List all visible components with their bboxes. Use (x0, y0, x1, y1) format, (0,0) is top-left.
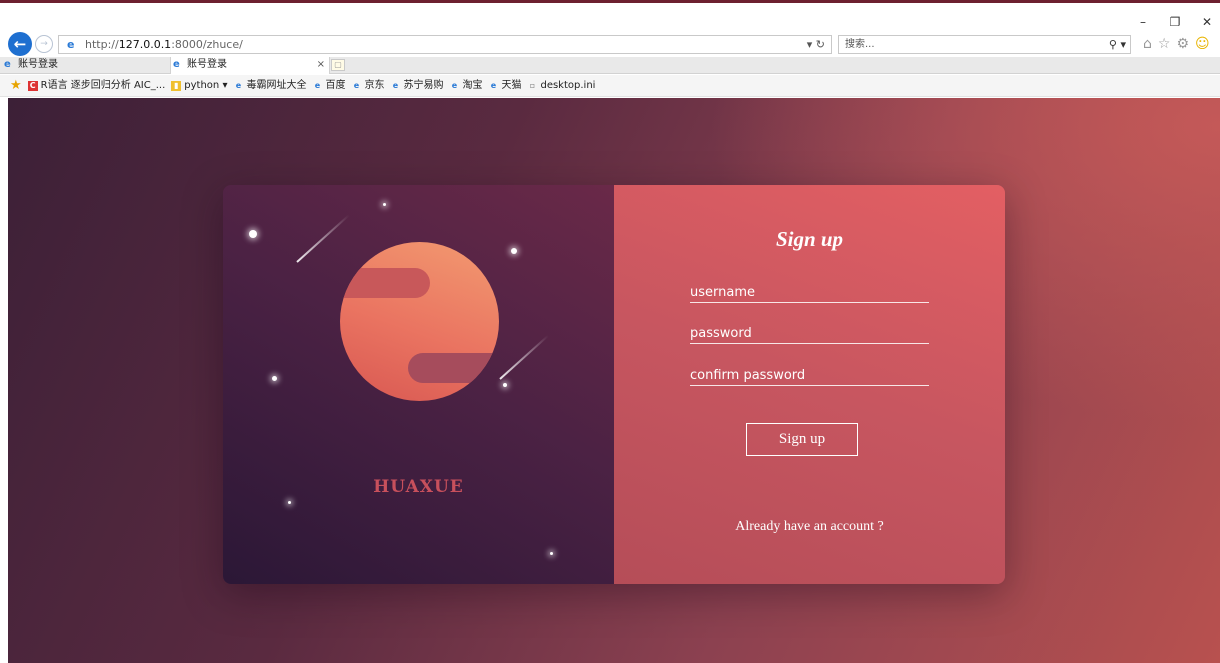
favorite-label: 百度 (325, 79, 346, 91)
home-icon[interactable]: ⌂ (1143, 35, 1152, 53)
window-controls: – ❐ ✕ (1136, 14, 1214, 30)
star-decoration (249, 230, 257, 238)
forward-button[interactable]: → (35, 35, 53, 53)
tab-active[interactable]: e 账号登录 × (170, 57, 330, 74)
ie-icon: e (490, 80, 497, 90)
favorite-label: 京东 (364, 79, 385, 91)
refresh-icon[interactable]: ▾ ↻ (807, 36, 825, 53)
planet-band (408, 353, 499, 383)
favorite-label: 天猫 (501, 79, 522, 91)
favorites-star-icon[interactable]: ★ (10, 75, 22, 97)
new-tab-icon: ▢ (334, 60, 342, 69)
star-decoration (288, 501, 291, 504)
login-link[interactable]: Already have an account ? (614, 519, 1005, 535)
address-bar[interactable]: e http://127.0.0.1:8000/zhuce/ ▾ ↻ (58, 35, 832, 54)
ie-icon: e (67, 38, 75, 51)
favorite-item[interactable]: e 天猫 (488, 75, 522, 97)
url-prefix: http:// (85, 38, 119, 51)
smiley-icon[interactable]: ☺ (1195, 35, 1210, 53)
signup-form-panel: Sign up Sign up Already have an account … (614, 185, 1005, 584)
ie-icon: e (392, 80, 399, 90)
favorite-label: 苏宁易购 (403, 79, 444, 91)
favorite-folder-python[interactable]: ▮ python ▾ (171, 75, 227, 97)
star-icon[interactable]: ☆ (1158, 35, 1171, 53)
tab-label: 账号登录 (18, 59, 58, 70)
ie-icon: e (173, 59, 180, 70)
form-title: Sign up (775, 227, 844, 251)
planet-band (340, 268, 430, 298)
ie-icon: e (314, 80, 321, 90)
tab-close-icon[interactable]: × (317, 57, 325, 73)
search-input[interactable]: 搜索... ⚲ ▾ (838, 35, 1131, 54)
shooting-star-decoration (499, 334, 549, 380)
favorite-item[interactable]: ▫ desktop.ini (527, 75, 596, 97)
url-host: 127.0.0.1 (118, 38, 172, 51)
tab-label: 账号登录 (187, 59, 227, 70)
favorites-bar: ★ C R语言 逐步回归分析 AIC_... ▮ python ▾ e 毒霸网址大全 … (0, 75, 1220, 97)
confirm-password-input[interactable] (690, 366, 929, 386)
maximize-button[interactable]: ❐ (1168, 15, 1182, 29)
ie-icon: e (353, 80, 360, 90)
arrow-left-icon: ← (13, 35, 27, 53)
gear-icon[interactable]: ⚙ (1176, 35, 1189, 53)
folder-icon: ▮ (171, 80, 182, 91)
star-decoration (550, 552, 553, 555)
star-decoration (272, 376, 277, 381)
close-button[interactable]: ✕ (1200, 15, 1214, 29)
signup-card: HUAXUE Sign up Sign up Already have an a… (223, 185, 1005, 584)
ie-icon: e (235, 80, 242, 90)
planet-illustration (340, 242, 499, 401)
arrow-right-icon: → (40, 39, 48, 49)
star-decoration (511, 248, 517, 254)
address-bar-row: ← → e http://127.0.0.1:8000/zhuce/ ▾ ↻ 搜… (0, 32, 1220, 56)
page-viewport: HUAXUE Sign up Sign up Already have an a… (8, 98, 1220, 663)
favorite-item[interactable]: e 淘宝 (449, 75, 483, 97)
back-button[interactable]: ← (8, 32, 32, 56)
toolbar-icons: ⌂ ☆ ⚙ ☺ (1143, 35, 1210, 53)
favorite-label: python ▾ (184, 79, 228, 91)
password-input[interactable] (690, 324, 929, 344)
ie-icon: e (451, 80, 458, 90)
star-decoration (383, 203, 386, 206)
brand-name: HUAXUE (373, 477, 464, 497)
shooting-star-decoration (296, 214, 350, 263)
favorite-item[interactable]: C R语言 逐步回归分析 AIC_... (27, 75, 166, 97)
file-icon: ▫ (529, 80, 536, 90)
favorite-label: desktop.ini (540, 79, 596, 91)
tab-bar: e 账号登录 e 账号登录 × ▢ (0, 57, 1220, 74)
url-rest: :8000/zhuce/ (171, 38, 243, 51)
username-input[interactable] (690, 283, 929, 303)
favorite-item[interactable]: e 百度 (312, 75, 346, 97)
favorite-item[interactable]: e 毒霸网址大全 (233, 75, 307, 97)
minimize-button[interactable]: – (1136, 15, 1150, 29)
favorite-label: R语言 逐步回归分析 AIC_... (40, 79, 166, 91)
star-decoration (503, 383, 507, 387)
search-placeholder: 搜索... (845, 39, 875, 50)
favorite-item[interactable]: e 京东 (351, 75, 385, 97)
illustration-panel: HUAXUE (223, 185, 614, 584)
tab-inactive[interactable]: e 账号登录 (2, 57, 162, 74)
new-tab-button[interactable]: ▢ (331, 59, 345, 71)
ie-icon: e (4, 59, 11, 70)
favorite-label: 淘宝 (462, 79, 483, 91)
search-icon[interactable]: ⚲ ▾ (1109, 36, 1126, 53)
signup-button[interactable]: Sign up (746, 423, 858, 456)
window-top-strip (0, 0, 1220, 3)
favicon-icon: C (27, 80, 38, 91)
favorite-item[interactable]: e 苏宁易购 (390, 75, 444, 97)
favorite-label: 毒霸网址大全 (246, 79, 307, 91)
